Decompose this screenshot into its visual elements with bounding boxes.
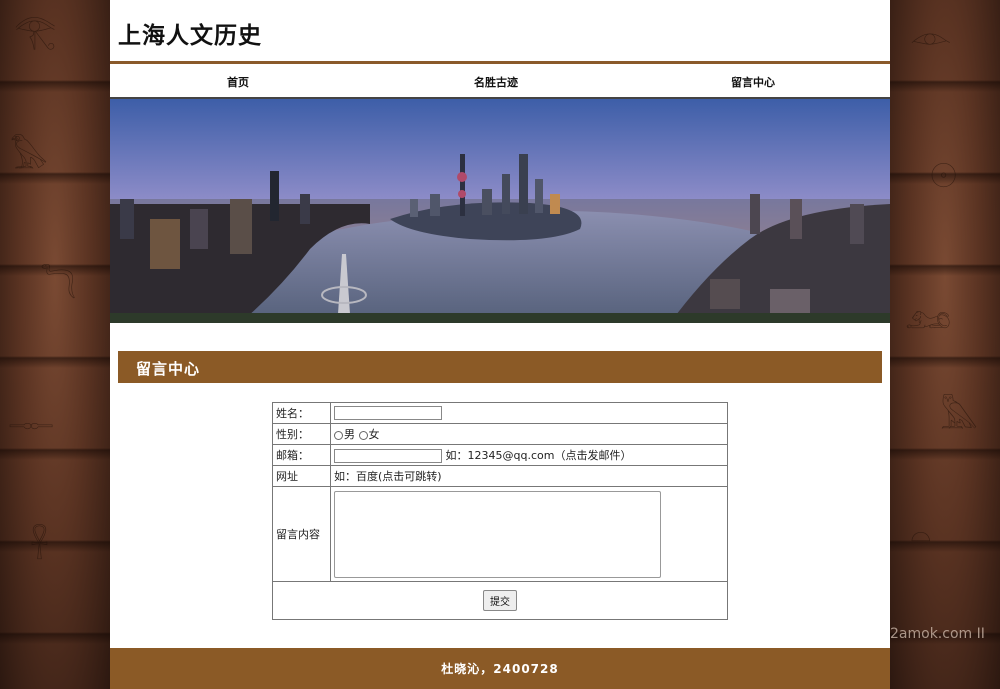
gender-radio-male[interactable] (334, 430, 343, 440)
submit-button[interactable]: 提交 (483, 590, 517, 611)
email-cell: 如：12345@qq.com（点击发邮件） (330, 444, 728, 466)
email-hint-link[interactable]: 如：12345@qq.com（点击发邮件） (446, 449, 632, 462)
message-cell (330, 486, 728, 582)
form-row-url: 网址 如：百度(点击可跳转) (272, 465, 728, 487)
gender-option-female: 女 (368, 428, 380, 441)
footer: 杜晓沁，2400728 (110, 648, 890, 689)
nav-item-scenic-spots[interactable]: 名胜古迹 (474, 74, 518, 90)
form-row-name: 姓名： (272, 402, 728, 424)
url-cell: 如：百度(点击可跳转) (330, 465, 728, 487)
hieroglyph-icon: 𓊃 (8, 397, 55, 437)
hieroglyph-icon: 𓋹 (30, 527, 49, 567)
hieroglyph-icon: 𓇳 (930, 157, 958, 197)
message-textarea[interactable] (334, 490, 661, 578)
hieroglyph-icon: 𓆓 (40, 267, 77, 307)
site-title: 上海人文历史 (118, 23, 262, 49)
hieroglyph-icon: 𓅓 (940, 397, 978, 437)
hieroglyph-icon: 𓏏 (910, 517, 932, 557)
section-header: 留言中心 (118, 351, 882, 383)
message-form: 姓名： 性别： 男 女 邮箱： 如：12345@qq.com（点击发邮件） 网址… (272, 402, 728, 620)
name-cell (330, 402, 728, 424)
form-row-gender: 性别： 男 女 (272, 423, 728, 445)
hieroglyph-icon: 𓂀 (14, 11, 57, 51)
email-label: 邮箱： (272, 444, 331, 466)
gender-option-male: 男 (344, 428, 355, 441)
hieroglyph-icon: 𓅃 (10, 137, 48, 177)
main-nav: 首页 名胜古迹 留言中心 (110, 61, 890, 99)
background-left-decoration: 𓂀 𓅃 𓆓 𓊃 𓋹 (0, 0, 110, 689)
submit-cell: 提交 (272, 581, 728, 620)
nav-item-message-center[interactable]: 留言中心 (731, 74, 775, 90)
name-input[interactable] (334, 406, 442, 420)
form-row-email: 邮箱： 如：12345@qq.com（点击发邮件） (272, 444, 728, 466)
background-right-decoration: 𓁹 𓇳 𓃭 𓅓 𓏏 (890, 0, 1000, 689)
page-container: 上海人文历史 首页 名胜古迹 留言中心 留言中心 姓名： 性别： 男 女 邮箱：… (110, 0, 890, 689)
form-row-submit: 提交 (272, 581, 728, 620)
footer-text: 杜晓沁，2400728 (441, 662, 559, 676)
name-label: 姓名： (272, 402, 331, 424)
section-title: 留言中心 (136, 360, 201, 378)
watermark-text: 2amok.com II (890, 626, 985, 642)
shanghai-skyline-image (110, 99, 890, 323)
email-input[interactable] (334, 449, 442, 463)
hieroglyph-icon: 𓃭 (905, 297, 952, 337)
form-row-message: 留言内容 (272, 486, 728, 582)
message-label: 留言内容 (272, 486, 331, 582)
gender-radio-female[interactable] (358, 430, 368, 440)
nav-item-home[interactable]: 首页 (227, 74, 249, 90)
gender-cell: 男 女 (330, 423, 728, 445)
gender-label: 性别： (272, 423, 331, 445)
url-label: 网址 (272, 465, 331, 487)
hieroglyph-icon: 𓁹 (910, 17, 952, 57)
url-hint-link[interactable]: 如：百度(点击可跳转) (334, 470, 442, 483)
banner-image (110, 99, 890, 323)
